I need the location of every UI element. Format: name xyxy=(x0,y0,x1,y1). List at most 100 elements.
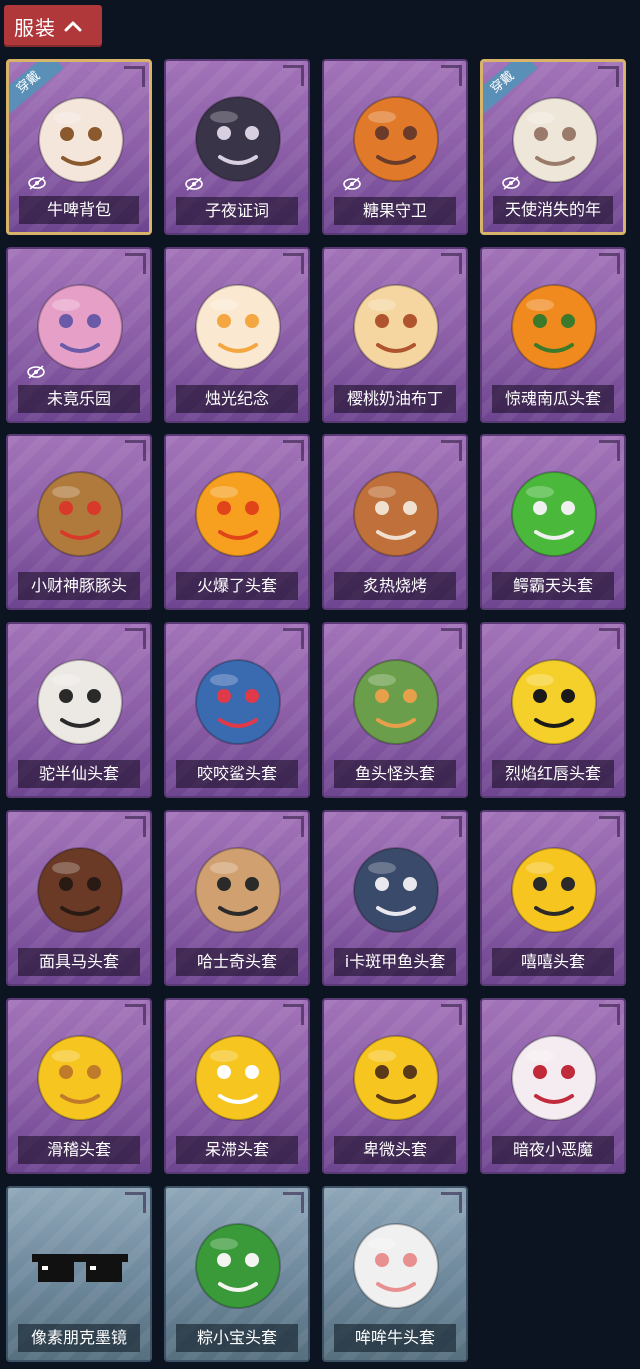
whale-head-icon xyxy=(353,847,439,933)
costume-card[interactable]: 火爆了头套 xyxy=(164,434,310,610)
costume-art xyxy=(184,1016,292,1132)
costume-card[interactable]: 哞哞牛头套 xyxy=(322,1186,468,1362)
costume-name: 烈焰红唇头套 xyxy=(492,760,614,788)
costume-name: 牛啤背包 xyxy=(19,196,139,224)
costume-art xyxy=(26,265,134,381)
pikachu-mask-head-icon xyxy=(511,659,597,745)
costume-name: 樱桃奶油布丁 xyxy=(334,385,456,413)
costume-card[interactable]: 粽小宝头套 xyxy=(164,1186,310,1362)
costume-card[interactable]: 未竟乐园 xyxy=(6,247,152,423)
costume-art xyxy=(342,1204,450,1320)
costume-name: 鳄霸天头套 xyxy=(492,572,614,600)
costume-card[interactable]: 鳄霸天头套 xyxy=(480,434,626,610)
costume-card[interactable]: i卡斑甲鱼头套 xyxy=(322,810,468,986)
polar-bear-head-icon xyxy=(37,659,123,745)
costume-name: 粽小宝头套 xyxy=(176,1324,298,1352)
costume-art xyxy=(184,640,292,756)
costume-card[interactable]: 哈士奇头套 xyxy=(164,810,310,986)
horse-head-icon xyxy=(37,847,123,933)
costume-card[interactable]: 呆滞头套 xyxy=(164,998,310,1174)
costume-card[interactable]: 咬咬鲨头套 xyxy=(164,622,310,798)
pleading-emoji-head-icon xyxy=(353,1035,439,1121)
eye-off-icon[interactable] xyxy=(501,176,521,190)
costume-name: 小财神豚豚头 xyxy=(18,572,140,600)
crocodile-head-icon xyxy=(511,471,597,557)
husky-head-icon xyxy=(195,847,281,933)
costume-card[interactable]: 卑微头套 xyxy=(322,998,468,1174)
costume-name: 火爆了头套 xyxy=(176,572,298,600)
costume-name: 滑稽头套 xyxy=(18,1136,140,1164)
costume-card[interactable]: 嘻嘻头套 xyxy=(480,810,626,986)
fish-head-icon xyxy=(353,659,439,745)
little-devil-head-icon xyxy=(511,1035,597,1121)
costume-art xyxy=(184,828,292,944)
costume-name: 子夜证词 xyxy=(176,197,298,225)
costume-card[interactable]: 炙热烧烤 xyxy=(322,434,468,610)
costume-name: 天使消失的年 xyxy=(493,196,613,224)
costume-art xyxy=(500,640,608,756)
costume-card[interactable]: 小财神豚豚头 xyxy=(6,434,152,610)
costume-card[interactable]: 鱼头怪头套 xyxy=(322,622,468,798)
costume-name: 惊魂南瓜头套 xyxy=(492,385,614,413)
costume-art xyxy=(342,265,450,381)
costume-card[interactable]: 穿戴 牛啤背包 xyxy=(6,59,152,235)
pink-hair-girl-icon xyxy=(37,284,123,370)
costume-name: 哞哞牛头套 xyxy=(334,1324,456,1352)
costume-art xyxy=(26,828,134,944)
costume-card[interactable]: 糖果守卫 xyxy=(322,59,468,235)
costume-card[interactable]: 惊魂南瓜头套 xyxy=(480,247,626,423)
costume-art xyxy=(342,77,450,193)
costume-art xyxy=(500,452,608,568)
costume-art xyxy=(342,640,450,756)
shark-head-icon xyxy=(195,659,281,745)
zongzi-head-icon xyxy=(195,1223,281,1309)
candle-head-icon xyxy=(195,284,281,370)
owl-witch-figure-icon xyxy=(195,96,281,182)
costume-name: 暗夜小恶魔 xyxy=(492,1136,614,1164)
costume-card[interactable]: 穿戴 天使消失的年 xyxy=(480,59,626,235)
costume-name: 像素朋克墨镜 xyxy=(18,1324,140,1352)
costume-card[interactable]: 烈焰红唇头套 xyxy=(480,622,626,798)
pumpkin-head-icon xyxy=(511,284,597,370)
costume-name: 嘻嘻头套 xyxy=(492,948,614,976)
eye-off-icon[interactable] xyxy=(342,177,362,191)
costume-name: 呆滞头套 xyxy=(176,1136,298,1164)
cherry-pudding-head-icon xyxy=(353,284,439,370)
costume-art xyxy=(500,265,608,381)
costume-card[interactable]: 像素朋克墨镜 xyxy=(6,1186,152,1362)
smirk-emoji-head-icon xyxy=(37,1035,123,1121)
eye-off-icon[interactable] xyxy=(26,365,46,379)
eye-off-icon[interactable] xyxy=(27,176,47,190)
costume-card[interactable]: 樱桃奶油布丁 xyxy=(322,247,468,423)
pixel-sunglasses-icon xyxy=(32,1254,128,1282)
eye-off-icon[interactable] xyxy=(184,177,204,191)
costume-art xyxy=(342,828,450,944)
costume-art xyxy=(184,1204,292,1320)
costume-card[interactable]: 烛光纪念 xyxy=(164,247,310,423)
costume-art xyxy=(342,1016,450,1132)
costume-art xyxy=(184,77,292,193)
costume-name: 糖果守卫 xyxy=(334,197,456,225)
costume-card[interactable]: 驼半仙头套 xyxy=(6,622,152,798)
costume-name: 驼半仙头套 xyxy=(18,760,140,788)
cow-head-icon xyxy=(353,1223,439,1309)
fire-head-icon xyxy=(195,471,281,557)
pumpkin-scarecrow-icon xyxy=(353,96,439,182)
costume-art xyxy=(26,1204,134,1320)
grin-emoji-head-icon xyxy=(511,847,597,933)
costume-card[interactable]: 子夜证词 xyxy=(164,59,310,235)
costume-card[interactable]: 面具马头套 xyxy=(6,810,152,986)
costume-card[interactable]: 滑稽头套 xyxy=(6,998,152,1174)
stare-emoji-head-icon xyxy=(195,1035,281,1121)
capybara-head-icon xyxy=(37,471,123,557)
costume-name: i卡斑甲鱼头套 xyxy=(334,948,456,976)
costume-grid: 穿戴 牛啤背包 子夜证词 糖果守卫 穿戴 天使消失的年 未竟乐园 烛光纪念 樱桃… xyxy=(0,0,640,1369)
costume-name: 烛光纪念 xyxy=(176,385,298,413)
costume-name: 咬咬鲨头套 xyxy=(176,760,298,788)
bbq-meat-head-icon xyxy=(353,471,439,557)
costume-art xyxy=(184,265,292,381)
costume-art xyxy=(500,828,608,944)
costume-name: 卑微头套 xyxy=(334,1136,456,1164)
costume-card[interactable]: 暗夜小恶魔 xyxy=(480,998,626,1174)
costume-art xyxy=(26,640,134,756)
